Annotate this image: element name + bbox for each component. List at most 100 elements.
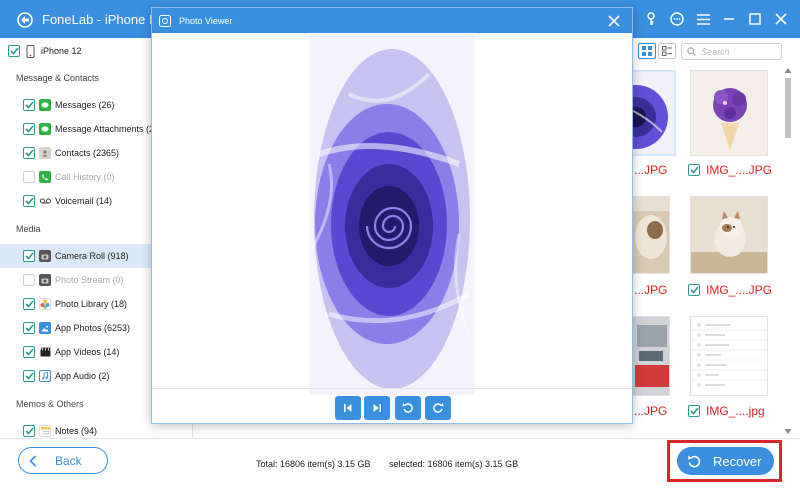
message-attachment-icon (39, 123, 51, 135)
grid-view-button[interactable] (638, 43, 656, 59)
device-name: iPhone 12 (41, 46, 82, 56)
photo-caption: IMG_....JPG (688, 163, 772, 177)
sidebar-item-label: Voicemail (14) (55, 196, 113, 206)
viewer-divider (152, 388, 632, 389)
app-title: FoneLab - iPhone Da (42, 12, 166, 27)
detail-view-button[interactable] (658, 43, 676, 59)
voicemail-icon (39, 195, 51, 207)
next-photo-button[interactable] (364, 396, 390, 420)
chat-support-icon[interactable] (666, 9, 688, 29)
skip-previous-icon (344, 404, 352, 412)
photo-checkbox[interactable] (688, 284, 700, 296)
photo-library-icon (39, 298, 51, 310)
item-checkbox[interactable] (23, 123, 35, 135)
app-logo-icon (17, 12, 33, 28)
photo-caption: IMG_....jpg (688, 404, 765, 418)
item-checkbox[interactable] (23, 250, 35, 262)
rotate-left-button[interactable] (395, 396, 421, 420)
sidebar-item-label: Messages (26) (55, 100, 115, 110)
section-media: Media (16, 224, 41, 234)
recover-icon (687, 455, 701, 468)
photo-caption: ...JPG (634, 163, 667, 177)
grid-view-icon (642, 46, 652, 56)
photo-thumbnail[interactable] (690, 70, 768, 156)
item-checkbox[interactable] (23, 171, 35, 183)
back-button[interactable]: Back (18, 447, 108, 474)
notes-icon (39, 425, 51, 437)
recover-button[interactable]: Recover (677, 447, 774, 475)
key-icon[interactable] (640, 9, 662, 29)
previous-photo-button[interactable] (335, 396, 361, 420)
phone-device-icon (26, 44, 35, 58)
photo-viewer-dialog: Photo Viewer (151, 7, 633, 424)
music-note-icon (39, 370, 51, 382)
scrollbar[interactable] (783, 66, 793, 436)
message-icon (39, 99, 51, 111)
item-checkbox[interactable] (23, 322, 35, 334)
photo-thumbnail[interactable] (690, 196, 768, 274)
photo-checkbox[interactable] (688, 164, 700, 176)
search-input[interactable]: Search (701, 47, 730, 57)
sidebar-item-label: Photo Library (18) (55, 299, 128, 309)
item-checkbox[interactable] (23, 99, 35, 111)
photo-thumbnail[interactable] (632, 316, 670, 396)
item-checkbox[interactable] (23, 298, 35, 310)
sidebar-item-label: Photo Stream (0) (55, 275, 124, 285)
sidebar-item-label: App Videos (14) (55, 347, 120, 357)
photo-stream-icon (39, 274, 51, 286)
item-checkbox[interactable] (23, 370, 35, 382)
bottom-bar: Back Total: 16806 item(s) 3.15 GB select… (0, 438, 800, 490)
selected-summary: selected: 16806 item(s) 3.15 GB (389, 459, 519, 469)
item-checkbox[interactable] (23, 195, 35, 207)
search-icon (687, 47, 696, 56)
file-name: IMG_....JPG (706, 163, 773, 177)
item-checkbox[interactable] (23, 346, 35, 358)
rotate-right-button[interactable] (425, 396, 451, 420)
item-checkbox[interactable] (23, 274, 35, 286)
device-row[interactable]: iPhone 12 (8, 43, 82, 59)
photo-caption: IMG_....JPG (688, 283, 772, 297)
item-checkbox[interactable] (23, 425, 35, 437)
file-name: IMG_....jpg (706, 404, 765, 418)
recover-label: Recover (713, 453, 762, 469)
file-name: ...JPG (634, 283, 668, 297)
total-summary: Total: 16806 item(s) 3.15 GB (256, 459, 371, 469)
viewer-close-icon[interactable] (607, 14, 621, 28)
sidebar-item-label: Call History (0) (55, 172, 115, 182)
photo-viewer-title: Photo Viewer (179, 15, 233, 26)
section-message-contacts: Message & Contacts (16, 73, 100, 83)
rotate-left-icon (402, 403, 413, 413)
contacts-icon (39, 147, 51, 159)
back-label: Back (55, 453, 82, 468)
section-memos-others: Memos & Others (16, 399, 84, 409)
device-checkbox[interactable] (8, 45, 20, 57)
file-name: ...JPG (634, 404, 668, 418)
minimize-icon[interactable] (718, 9, 740, 29)
photo-thumbnail[interactable] (632, 196, 670, 274)
clapperboard-icon (39, 346, 51, 358)
menu-icon[interactable] (692, 9, 714, 29)
viewer-app-icon (159, 14, 171, 27)
sidebar-item-label: Notes (94) (55, 426, 98, 436)
sidebar-item-label: Message Attachments (2 (55, 124, 155, 134)
detail-view-icon (662, 46, 672, 56)
search-box[interactable]: Search (681, 43, 782, 60)
sidebar-item-label: App Photos (6253) (55, 323, 131, 333)
file-name: IMG_....JPG (706, 283, 773, 297)
photo-checkbox[interactable] (688, 405, 700, 417)
preview-image (309, 34, 475, 395)
chevron-left-icon (29, 454, 37, 467)
photo-caption: ...JPG (634, 404, 667, 418)
photo-caption: ...JPG (634, 283, 667, 297)
camera-icon (39, 250, 51, 262)
rotate-right-icon (433, 403, 444, 413)
photo-thumbnail[interactable] (690, 316, 768, 396)
maximize-icon[interactable] (744, 9, 766, 29)
item-checkbox[interactable] (23, 147, 35, 159)
photo-viewer-titlebar: Photo Viewer (152, 8, 632, 33)
close-icon[interactable] (770, 9, 792, 29)
sidebar-item-label: App Audio (2) (55, 371, 110, 381)
file-name: ...JPG (634, 163, 668, 177)
sidebar-item-label: Camera Roll (918) (55, 251, 129, 261)
phone-icon (39, 171, 51, 183)
